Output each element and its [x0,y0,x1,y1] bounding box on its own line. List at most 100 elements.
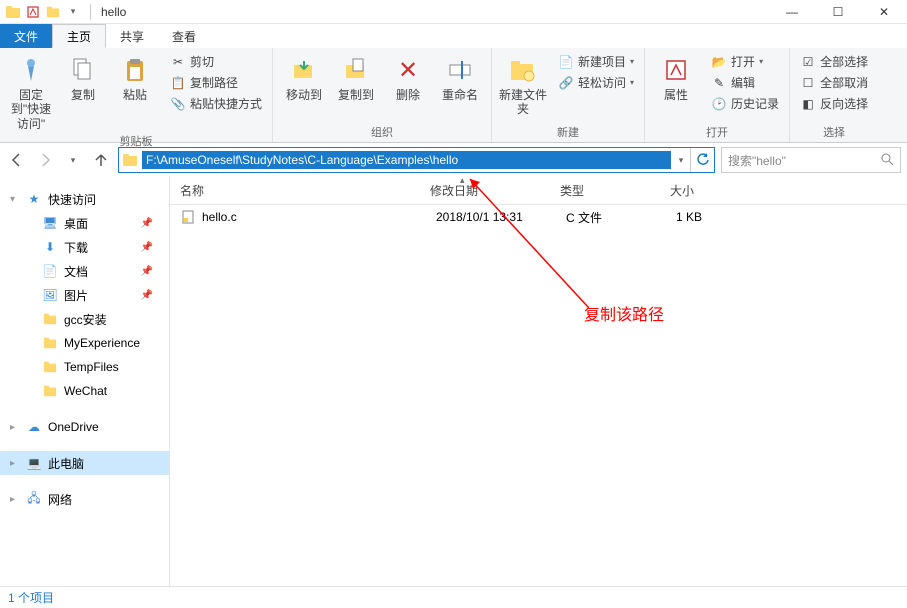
pin-icon: 📌 [141,266,153,277]
selectall-icon: ☑ [800,54,816,70]
documents-icon: 📄 [42,263,58,279]
history-button[interactable]: 🕑 历史记录 [707,94,783,113]
ribbon-group-open: 属性 📂 打开 ▾ ✎ 编辑 🕑 历史记录 打开 [645,48,790,142]
edit-icon: ✎ [711,75,727,91]
invertselection-button[interactable]: ◧ 反向选择 [796,94,872,113]
group-open-label: 打开 [651,122,783,140]
tab-file[interactable]: 文件 [0,24,52,48]
pin-icon: 📌 [141,218,153,229]
sidebar-desktop[interactable]: 🖥 桌面 📌 [0,211,169,235]
sidebar-downloads[interactable]: ⬇ 下载 📌 [0,235,169,259]
recent-dropdown[interactable]: ▾ [62,149,84,171]
search-icon[interactable] [880,152,894,169]
easyaccess-icon: 🔗 [558,75,574,91]
newfolder-button[interactable]: 新建文件夹 [498,52,548,117]
ribbon: 固定到"快速访问" 复制 粘贴 ✂ 剪切 📋 [0,48,907,143]
file-name: hello.c [202,210,436,224]
chevron-right-icon[interactable]: ▸ [10,458,15,469]
copy-icon [67,54,99,86]
selectnone-button[interactable]: ☐ 全部取消 [796,73,872,92]
tab-share[interactable]: 共享 [106,24,158,48]
easyaccess-button[interactable]: 🔗 轻松访问 ▾ [554,73,638,92]
sidebar-thispc[interactable]: ▸ 💻 此电脑 [0,451,169,475]
moveto-button[interactable]: 移动到 [279,52,329,102]
moveto-label: 移动到 [286,88,322,102]
properties-button[interactable]: 属性 [651,52,701,102]
rename-label: 重命名 [442,88,478,102]
copyto-icon [340,54,372,86]
edit-button[interactable]: ✎ 编辑 [707,73,783,92]
ribbon-tabs: 文件 主页 共享 查看 [0,24,907,48]
navigation-bar: ▾ F:\AmuseOneself\StudyNotes\C-Language\… [0,143,907,177]
column-date[interactable]: 修改日期 [430,182,560,199]
group-select-label: 选择 [796,122,872,140]
chevron-right-icon[interactable]: ▸ [10,494,15,505]
sidebar-onedrive[interactable]: ▸ ☁ OneDrive [0,415,169,439]
main-area: ▾ ★ 快速访问 🖥 桌面 📌 ⬇ 下载 📌 📄 文档 📌 🖼 图片 📌 gcc… [0,177,907,586]
sidebar-documents[interactable]: 📄 文档 📌 [0,259,169,283]
selectall-button[interactable]: ☑ 全部选择 [796,52,872,71]
paste-button[interactable]: 粘贴 [110,52,160,102]
address-bar[interactable]: F:\AmuseOneself\StudyNotes\C-Language\Ex… [118,147,715,173]
newitem-button[interactable]: 📄 新建项目 ▾ [554,52,638,71]
ribbon-group-organize: 移动到 复制到 ✕ 删除 重命名 组织 [273,48,492,142]
qat-newfolder-icon[interactable] [44,3,62,21]
easyaccess-label: 轻松访问 [578,74,626,91]
qat-properties-icon[interactable] [24,3,42,21]
address-dropdown[interactable]: ▾ [672,155,690,166]
close-button[interactable]: ✕ [861,0,907,24]
copyto-label: 复制到 [338,88,374,102]
pasteshortcut-button[interactable]: 📎 粘贴快捷方式 [166,94,266,113]
sidebar-myexp[interactable]: MyExperience [0,331,169,355]
file-row[interactable]: hello.c 2018/10/1 13:31 C 文件 1 KB [170,205,907,229]
cut-button[interactable]: ✂ 剪切 [166,52,266,71]
sidebar-desktop-label: 桌面 [64,215,88,232]
maximize-button[interactable]: ☐ [815,0,861,24]
column-size[interactable]: 大小 [670,182,750,199]
forward-button[interactable] [34,149,56,171]
delete-button[interactable]: ✕ 删除 [383,52,433,102]
refresh-button[interactable] [690,148,714,172]
sidebar-network[interactable]: ▸ 🖧 网络 [0,487,169,511]
minimize-button[interactable]: — [769,0,815,24]
newfolder-label: 新建文件夹 [498,88,548,117]
sidebar-pictures-label: 图片 [64,287,88,304]
sidebar: ▾ ★ 快速访问 🖥 桌面 📌 ⬇ 下载 📌 📄 文档 📌 🖼 图片 📌 gcc… [0,177,170,586]
sidebar-onedrive-label: OneDrive [48,420,99,434]
sidebar-pictures[interactable]: 🖼 图片 📌 [0,283,169,307]
rename-button[interactable]: 重命名 [435,52,485,102]
sidebar-wechat[interactable]: WeChat [0,379,169,403]
address-folder-icon [119,152,141,168]
tab-home[interactable]: 主页 [52,24,106,48]
folder-icon [42,335,58,351]
sidebar-documents-label: 文档 [64,263,88,280]
sidebar-thispc-label: 此电脑 [48,455,84,472]
file-date: 2018/10/1 13:31 [436,210,566,224]
rename-icon [444,54,476,86]
address-path[interactable]: F:\AmuseOneself\StudyNotes\C-Language\Ex… [142,151,671,169]
group-new-label: 新建 [498,122,638,140]
edit-label: 编辑 [731,74,755,91]
chevron-down-icon: ▾ [759,57,763,66]
chevron-down-icon[interactable]: ▾ [10,194,15,205]
pin-icon: 📌 [141,290,153,301]
search-box[interactable]: 搜索"hello" [721,147,901,173]
up-button[interactable] [90,149,112,171]
qat-dropdown-icon[interactable]: ▾ [64,3,82,21]
back-button[interactable] [6,149,28,171]
column-type[interactable]: 类型 [560,182,670,199]
chevron-right-icon[interactable]: ▸ [10,422,15,433]
pin-quickaccess-button[interactable]: 固定到"快速访问" [6,52,56,131]
open-button[interactable]: 📂 打开 ▾ [707,52,783,71]
sidebar-gcc[interactable]: gcc安装 [0,307,169,331]
column-name[interactable]: 名称 [180,182,430,199]
file-list-pane: ▴ 名称 修改日期 类型 大小 hello.c 2018/10/1 13:31 … [170,177,907,586]
computer-icon: 💻 [26,455,42,471]
sidebar-temp[interactable]: TempFiles [0,355,169,379]
copypath-button[interactable]: 📋 复制路径 [166,73,266,92]
copy-button[interactable]: 复制 [58,52,108,102]
sidebar-quickaccess[interactable]: ▾ ★ 快速访问 [0,187,169,211]
tab-view[interactable]: 查看 [158,24,210,48]
pin-icon [15,54,47,86]
copyto-button[interactable]: 复制到 [331,52,381,102]
